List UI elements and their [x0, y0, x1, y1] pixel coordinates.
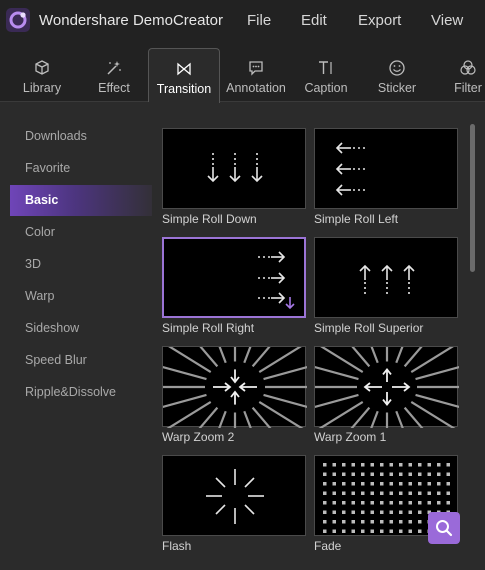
flash-burst-icon: [206, 469, 264, 524]
smiley-icon: [389, 60, 405, 76]
thumb-label: Fade: [314, 539, 342, 553]
cube-icon: [35, 60, 49, 75]
sidebar-item-downloads[interactable]: Downloads: [10, 121, 152, 152]
bowtie-transition-icon: [177, 62, 191, 76]
warp-zoom-in-icon: [163, 347, 307, 428]
thumb-label: Simple Roll Right: [162, 321, 255, 335]
toolbar-tabs: Library Effect Transition Annotation Cap…: [0, 42, 485, 103]
arrows-right-icon: [258, 251, 295, 310]
speech-bubble-icon: [249, 61, 263, 76]
arrows-up-icon: [359, 264, 415, 294]
scrollbar-thumb[interactable]: [470, 124, 475, 272]
app-title: Wondershare DemoCreator: [39, 12, 223, 29]
thumb-label: Simple Roll Down: [162, 212, 257, 226]
sidebar-item-ripple-dissolve[interactable]: Ripple&Dissolve: [10, 377, 152, 408]
tab-label: Annotation: [226, 81, 286, 95]
tab-caption[interactable]: Caption: [296, 50, 356, 102]
sidebar-item-speed-blur[interactable]: Speed Blur: [10, 345, 152, 376]
menu-export[interactable]: Export: [358, 12, 401, 29]
warp-zoom-out-icon: [315, 347, 459, 428]
thumb-simple-roll-down[interactable]: [162, 128, 306, 209]
tab-label: Filter: [454, 81, 482, 95]
menu-file[interactable]: File: [247, 12, 271, 29]
tab-label: Transition: [156, 82, 212, 96]
thumb-warp-zoom-1[interactable]: [314, 346, 459, 428]
sidebar-item-color[interactable]: Color: [10, 217, 152, 248]
thumb-label: Simple Roll Superior: [314, 321, 424, 335]
tab-label: Effect: [98, 81, 130, 95]
magic-wand-icon: [107, 61, 121, 75]
thumb-simple-roll-right[interactable]: [162, 237, 306, 318]
tab-label: Sticker: [377, 81, 417, 95]
tab-annotation[interactable]: Annotation: [222, 50, 290, 102]
search-icon: [436, 520, 453, 537]
thumb-label: Simple Roll Left: [314, 212, 399, 226]
thumb-simple-roll-left[interactable]: [314, 128, 458, 209]
search-button[interactable]: [428, 512, 460, 544]
sidebar-item-warp[interactable]: Warp: [10, 281, 152, 312]
thumb-label: Warp Zoom 1: [314, 430, 387, 444]
text-caption-icon: [319, 61, 332, 74]
arrows-down-icon: [207, 153, 263, 183]
tab-effect[interactable]: Effect: [82, 50, 146, 102]
arrows-left-icon: [335, 142, 365, 196]
tab-sticker[interactable]: Sticker: [366, 50, 428, 102]
title-bar: Wondershare DemoCreator File Edit Export…: [0, 0, 485, 42]
tab-library[interactable]: Library: [10, 50, 74, 102]
democreator-logo-icon: [6, 8, 30, 32]
tab-filter[interactable]: Filter: [448, 50, 485, 102]
tab-label: Caption: [304, 81, 348, 95]
thumb-label: Flash: [162, 539, 192, 553]
thumb-simple-roll-superior[interactable]: [314, 237, 458, 318]
sidebar-item-sideshow[interactable]: Sideshow: [10, 313, 152, 344]
circles-filter-icon: [460, 60, 476, 75]
menu-view[interactable]: View: [431, 12, 463, 29]
tab-transition[interactable]: Transition: [148, 48, 220, 103]
sidebar-item-basic[interactable]: Basic: [10, 185, 152, 216]
thumb-warp-zoom-2[interactable]: [162, 346, 307, 428]
sidebar-item-3d[interactable]: 3D: [10, 249, 152, 280]
category-sidebar: Downloads Favorite Basic Color 3D Warp S…: [0, 102, 152, 570]
thumb-label: Warp Zoom 2: [162, 430, 235, 444]
menu-edit[interactable]: Edit: [301, 12, 327, 29]
thumb-flash[interactable]: [162, 455, 306, 536]
sidebar-item-favorite[interactable]: Favorite: [10, 153, 152, 184]
tab-label: Library: [22, 81, 62, 95]
